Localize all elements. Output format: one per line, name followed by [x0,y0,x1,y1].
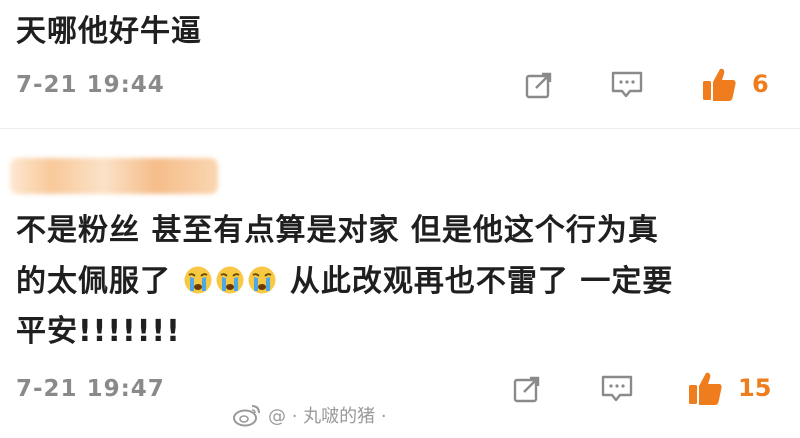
comment-icon [611,71,643,98]
comment-icon [601,375,633,402]
comment-2-line-2-a: 的太佩服了 [16,264,171,299]
like-count: 6 [752,70,769,98]
thumbs-up-icon [703,68,736,101]
share-icon [525,72,552,99]
comment-1-timestamp: 7-21 19:44 [16,72,165,98]
crying-face-icon [184,266,212,294]
like-count: 15 [738,374,772,402]
like-button[interactable]: 15 [686,368,786,408]
like-button[interactable]: 6 [700,64,780,104]
blurred-username [10,158,218,194]
comment-2-line-2: 的太佩服了 从此改观再也不雷了 一定要 [16,256,673,300]
comment-2-timestamp: 7-21 19:47 [16,376,165,402]
comment-2-line-1: 不是粉丝 甚至有点算是对家 但是他这个行为真 [16,213,659,248]
share-button[interactable] [522,68,556,102]
comment-1-text: 天哪他好牛逼 [16,14,202,49]
share-button[interactable] [510,372,544,406]
comment-button[interactable] [598,372,636,406]
watermark: @ · 丸啵的猪 · [232,402,387,428]
weibo-logo-icon [233,405,260,427]
comment-2-line-2-b: 从此改观再也不雷了 一定要 [289,264,674,299]
comment-2-line-3: 平安!!!!!!! [16,314,181,349]
crying-face-icon [216,266,244,294]
crying-face-icon [248,266,276,294]
thumbs-up-icon [689,372,722,405]
divider [0,128,800,129]
share-icon [513,376,540,403]
comment-button[interactable] [608,68,646,102]
watermark-text: @ · 丸啵的猪 · [268,406,387,427]
